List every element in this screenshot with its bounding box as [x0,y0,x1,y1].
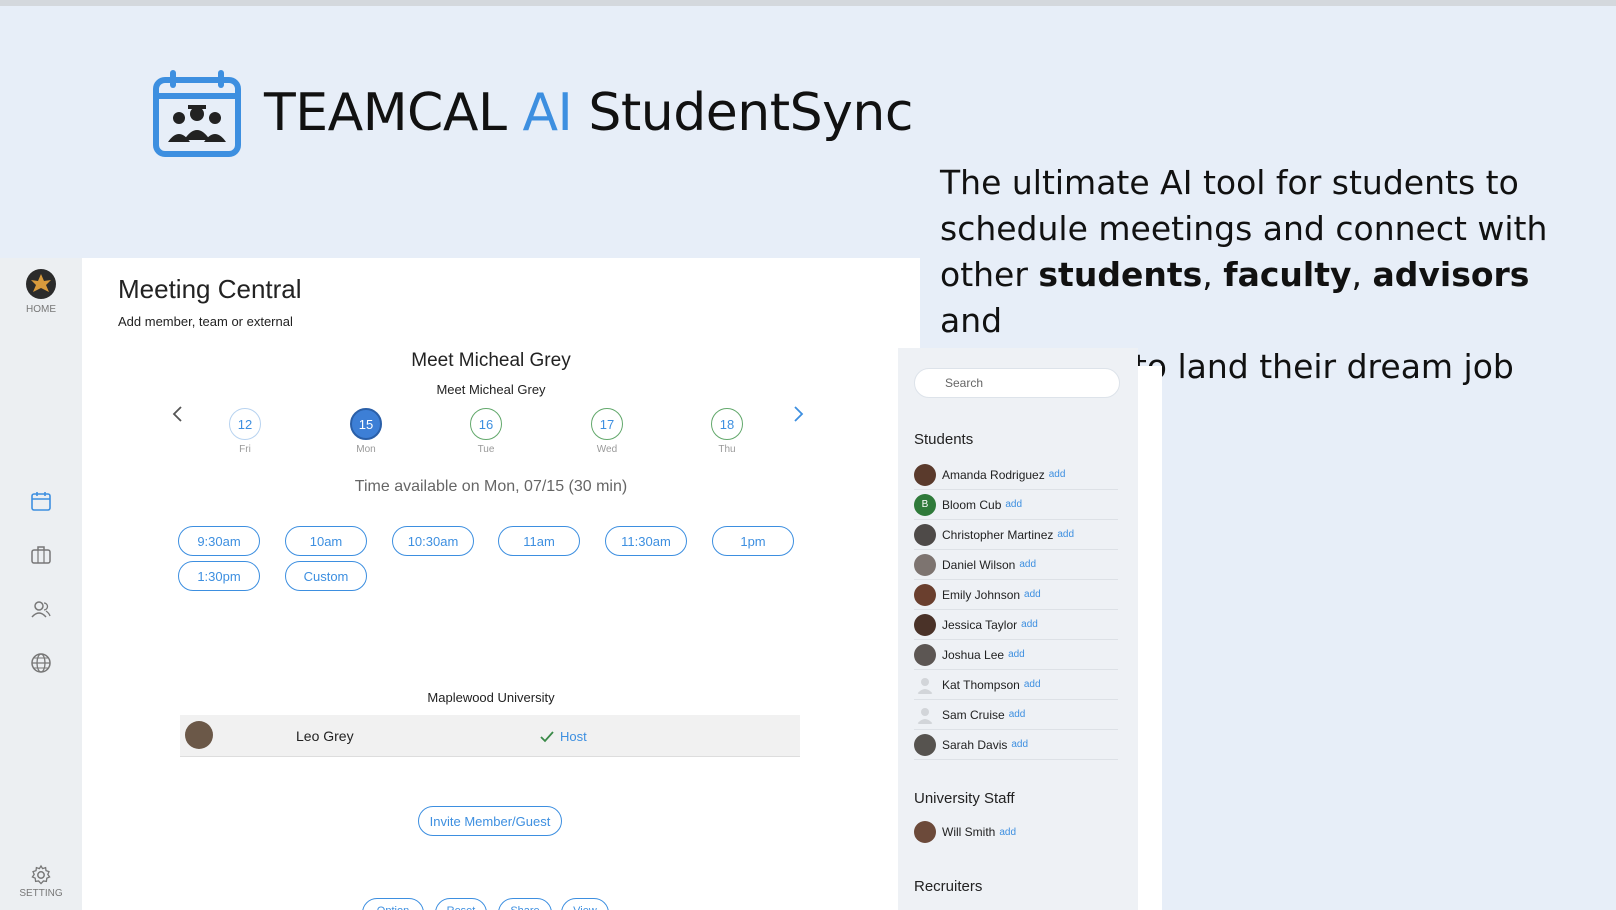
window-top-border [0,0,1616,6]
add-link[interactable]: add [999,827,1016,838]
custom-time-button[interactable]: Custom [285,561,367,591]
brand-header: TEAMCAL AI StudentSync [152,68,913,158]
avatar: B [914,493,936,516]
time-slot-button[interactable]: 11:30am [605,526,687,556]
gear-icon [31,864,51,885]
share-button[interactable]: Share [498,898,552,910]
list-item: Emily Johnson add [914,580,1118,610]
meeting-subtitle: Meet Micheal Grey [436,382,546,397]
list-item: Kat Thompson add [914,670,1118,700]
add-link[interactable]: add [1008,649,1025,660]
avatar [914,733,936,756]
add-link[interactable]: add [1021,619,1038,630]
rail-contacts[interactable] [0,598,82,620]
check-icon [540,730,554,742]
page-subtitle: Add member, team or external [118,314,293,329]
time-slot-button[interactable]: 11am [498,526,580,556]
avatar [914,643,936,666]
page-title: Meeting Central [118,274,302,304]
avatar [914,463,936,486]
brand-name: TEAMCAL AI StudentSync [264,83,913,143]
view-button[interactable]: View [561,898,609,910]
host-name: Leo Grey [296,728,354,744]
time-slot-button[interactable]: 1pm [712,526,794,556]
add-link[interactable]: add [1049,469,1066,480]
list-item: Daniel Wilson add [914,550,1118,580]
globe-icon [31,653,51,673]
list-item: Jessica Taylor add [914,610,1118,640]
time-slot-button[interactable]: 1:30pm [178,561,260,591]
default-avatar-icon [917,707,933,724]
search-input[interactable]: Search [914,368,1120,398]
add-link[interactable]: add [1024,679,1041,690]
avatar [914,553,936,576]
avatar [914,523,936,546]
list-item: Sam Cruise add [914,700,1118,730]
meeting-title: Meet Micheal Grey [411,350,571,371]
reset-button[interactable]: Reset [435,898,487,910]
meeting-central-main: Meeting Central Add member, team or exte… [82,258,920,910]
list-item: Joshua Lee add [914,640,1118,670]
organization-name: Maplewood University [427,690,555,705]
calendar-team-logo-icon [153,70,241,157]
day-picker-item[interactable]: 18 Thu [697,408,757,455]
avatar [914,821,936,843]
recruiters-heading: Recruiters [914,878,983,895]
option-button[interactable]: Option [362,898,424,910]
students-heading: Students [914,431,974,448]
contacts-panel: Search Students Amanda Rodriguez add B B… [898,348,1138,910]
rail-globe[interactable] [0,652,82,674]
list-item: Amanda Rodriguez add [914,460,1118,490]
rail-briefcase[interactable] [0,544,82,566]
panel-edge [1138,366,1162,910]
list-item: B Bloom Cub add [914,490,1118,520]
day-picker-item[interactable]: 17 Wed [577,408,637,455]
add-link[interactable]: add [1011,739,1028,750]
add-link[interactable]: add [1005,499,1022,510]
list-item: Sarah Davis add [914,730,1118,760]
list-item: Christopher Martinez add [914,520,1118,550]
add-link[interactable]: add [1019,559,1036,570]
list-item: Will Smith add [914,817,1118,847]
time-slot-button[interactable]: 10:30am [392,526,474,556]
staff-heading: University Staff [914,790,1015,807]
app-window: HOME SETTING Meeting Central Add member,… [0,258,920,910]
avatar [914,583,936,606]
add-link[interactable]: add [1057,529,1074,540]
calendar-icon [31,492,51,511]
time-slot-button[interactable]: 9:30am [178,526,260,556]
invite-member-button[interactable]: Invite Member/Guest [418,806,562,836]
day-picker-item-selected[interactable]: 15 Mon [336,408,396,455]
avatar [914,613,936,636]
chevron-left-icon[interactable] [168,402,188,426]
briefcase-icon [31,546,51,564]
rail-calendar[interactable] [0,490,82,512]
day-picker-item[interactable]: 16 Tue [456,408,516,455]
day-picker-item[interactable]: 12 Fri [215,408,275,455]
add-link[interactable]: add [1024,589,1041,600]
avatar [185,721,213,749]
add-link[interactable]: add [1009,709,1026,720]
host-role: Host [540,729,587,744]
time-slot-button[interactable]: 10am [285,526,367,556]
chevron-right-icon[interactable] [788,402,808,426]
home-logo-icon [26,269,56,299]
rail-setting[interactable]: SETTING [0,864,82,899]
left-rail: HOME SETTING [0,258,82,910]
availability-text: Time available on Mon, 07/15 (30 min) [354,478,628,495]
people-icon [31,601,51,618]
default-avatar-icon [917,677,933,694]
host-row: Leo Grey Host [180,715,800,757]
rail-home[interactable]: HOME [0,268,82,315]
